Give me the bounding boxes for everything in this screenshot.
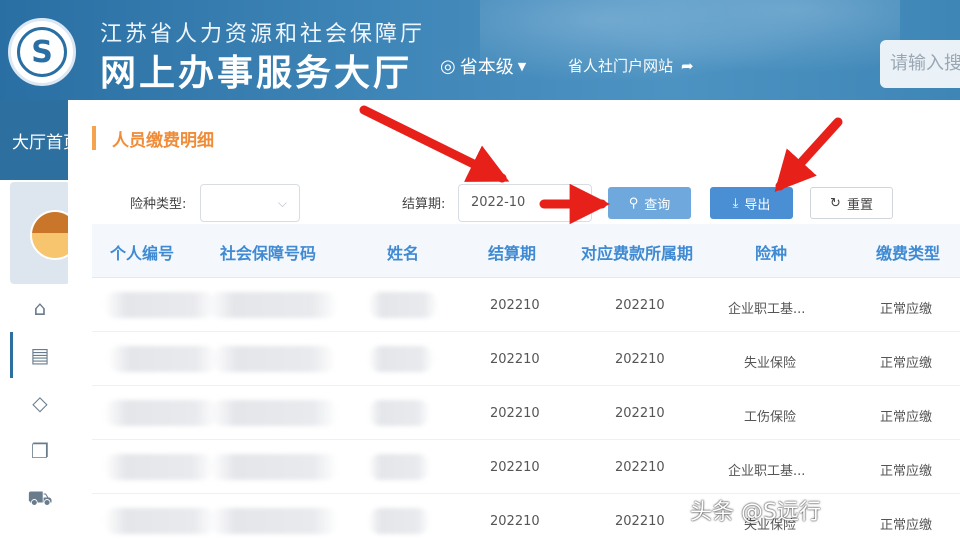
level-label: 省本级	[459, 57, 514, 78]
search-icon: ⚲	[628, 195, 639, 211]
dialog-title: 人员缴费明细	[92, 126, 214, 151]
portal-link[interactable]: 省人社门户网站 ➦	[568, 55, 694, 76]
fee-period-cell: 202210	[615, 406, 665, 421]
redacted-cell	[104, 454, 214, 480]
export-button-label: 导出	[744, 197, 771, 213]
fee-period-cell: 202210	[615, 298, 665, 313]
insurance-type-select[interactable]: ⌵	[200, 184, 300, 222]
portal-link-label: 省人社门户网站	[568, 57, 674, 75]
watermark: 头条 @S远行	[690, 494, 821, 526]
table-row[interactable]: 202210 202210 工伤保险 正常应缴	[92, 386, 960, 440]
level-selector[interactable]: ◎ 省本级 ▼	[440, 53, 526, 79]
caret-down-icon: ▼	[517, 59, 527, 73]
documents-icon[interactable]: ❐	[22, 433, 58, 469]
location-pin-icon: ◎	[440, 55, 456, 77]
pay-type-cell: 正常应缴	[880, 302, 933, 317]
redacted-cell	[108, 346, 218, 372]
redacted-cell	[210, 508, 338, 534]
diamond-icon[interactable]: ◇	[22, 385, 58, 421]
redacted-cell	[104, 508, 216, 534]
settle-period-input[interactable]: 2022-10	[458, 184, 592, 222]
insurance-type-label: 险种类型:	[130, 197, 187, 212]
table-row[interactable]: 202210 202210 失业保险 正常应缴	[92, 332, 960, 386]
redacted-cell	[368, 508, 430, 534]
settle-period-cell: 202210	[490, 514, 540, 529]
column-header[interactable]: 个人编号	[110, 240, 174, 264]
sidebar-active-indicator	[10, 332, 13, 378]
hall-name: 网上办事服务大厅	[100, 53, 413, 94]
pay-type-cell: 正常应缴	[880, 356, 933, 371]
home-icon[interactable]: ⌂	[22, 290, 58, 326]
settle-period-cell: 202210	[490, 352, 540, 367]
insurance-cell: 企业职工基...	[728, 464, 806, 479]
table-row[interactable]: 202210 202210 企业职工基... 正常应缴	[92, 278, 960, 332]
column-header[interactable]: 缴费类型	[876, 240, 940, 264]
reset-button[interactable]: ↻ 重置	[810, 187, 893, 219]
redacted-cell	[212, 346, 336, 372]
pay-type-cell: 正常应缴	[880, 464, 933, 479]
watermark-text: 头条 @S远行	[690, 500, 821, 525]
column-header[interactable]: 结算期	[488, 240, 536, 264]
column-header[interactable]: 姓名	[387, 240, 419, 264]
redacted-cell	[104, 400, 218, 426]
fee-period-cell: 202210	[615, 514, 665, 529]
settle-period-cell: 202210	[490, 460, 540, 475]
fee-period-cell: 202210	[615, 460, 665, 475]
truck-icon[interactable]: ⛟	[22, 481, 58, 517]
redacted-cell	[208, 292, 338, 318]
logo-emblem: S	[17, 27, 67, 77]
list-icon[interactable]: ▤	[22, 337, 58, 373]
settle-period-cell: 202210	[490, 298, 540, 313]
export-button[interactable]: ⤓ 导出	[710, 187, 793, 219]
insurance-cell: 工伤保险	[744, 410, 797, 425]
column-header[interactable]: 对应费款所属期	[581, 240, 693, 264]
share-arrow-icon: ➦	[681, 56, 694, 75]
download-icon: ⤓	[732, 195, 739, 211]
pay-type-cell: 正常应缴	[880, 410, 933, 425]
payment-detail-dialog: 人员缴费明细 险种类型: ⌵ 结算期: 2022-10 ⚲ 查询 ⤓ 导出 ↻ …	[68, 100, 960, 540]
query-button-label: 查询	[644, 197, 671, 213]
redacted-cell	[104, 292, 216, 318]
redacted-cell	[210, 400, 338, 426]
redacted-cell	[368, 346, 434, 372]
insurance-cell: 失业保险	[744, 356, 797, 371]
pay-type-cell: 正常应缴	[880, 518, 933, 533]
site-header: S 江苏省人力资源和社会保障厅 网上办事服务大厅 ◎ 省本级 ▼ 省人社门户网站…	[0, 0, 960, 100]
redacted-cell	[368, 292, 438, 318]
table-row[interactable]: 202210 202210 失业保险 正常应缴	[92, 494, 960, 540]
search-input[interactable]: 请输入搜	[880, 40, 960, 88]
column-header[interactable]: 社会保障号码	[220, 240, 316, 264]
chevron-down-icon: ⌵	[277, 196, 287, 210]
site-logo[interactable]: S	[8, 18, 76, 86]
redacted-cell	[368, 400, 430, 426]
table-header: 个人编号 社会保障号码 姓名 结算期 对应费款所属期 险种 缴费类型	[92, 224, 960, 278]
redacted-cell	[210, 454, 338, 480]
column-header[interactable]: 险种	[755, 240, 787, 264]
reset-button-label: 重置	[846, 197, 873, 213]
header-background-art	[480, 0, 900, 100]
insurance-cell: 企业职工基...	[728, 302, 806, 317]
query-button[interactable]: ⚲ 查询	[608, 187, 691, 219]
settle-period-cell: 202210	[490, 406, 540, 421]
settle-period-label: 结算期:	[402, 197, 446, 212]
table-row[interactable]: 202210 202210 企业职工基... 正常应缴	[92, 440, 960, 494]
fee-period-cell: 202210	[615, 352, 665, 367]
redacted-cell	[368, 454, 430, 480]
refresh-icon: ↻	[830, 195, 841, 211]
